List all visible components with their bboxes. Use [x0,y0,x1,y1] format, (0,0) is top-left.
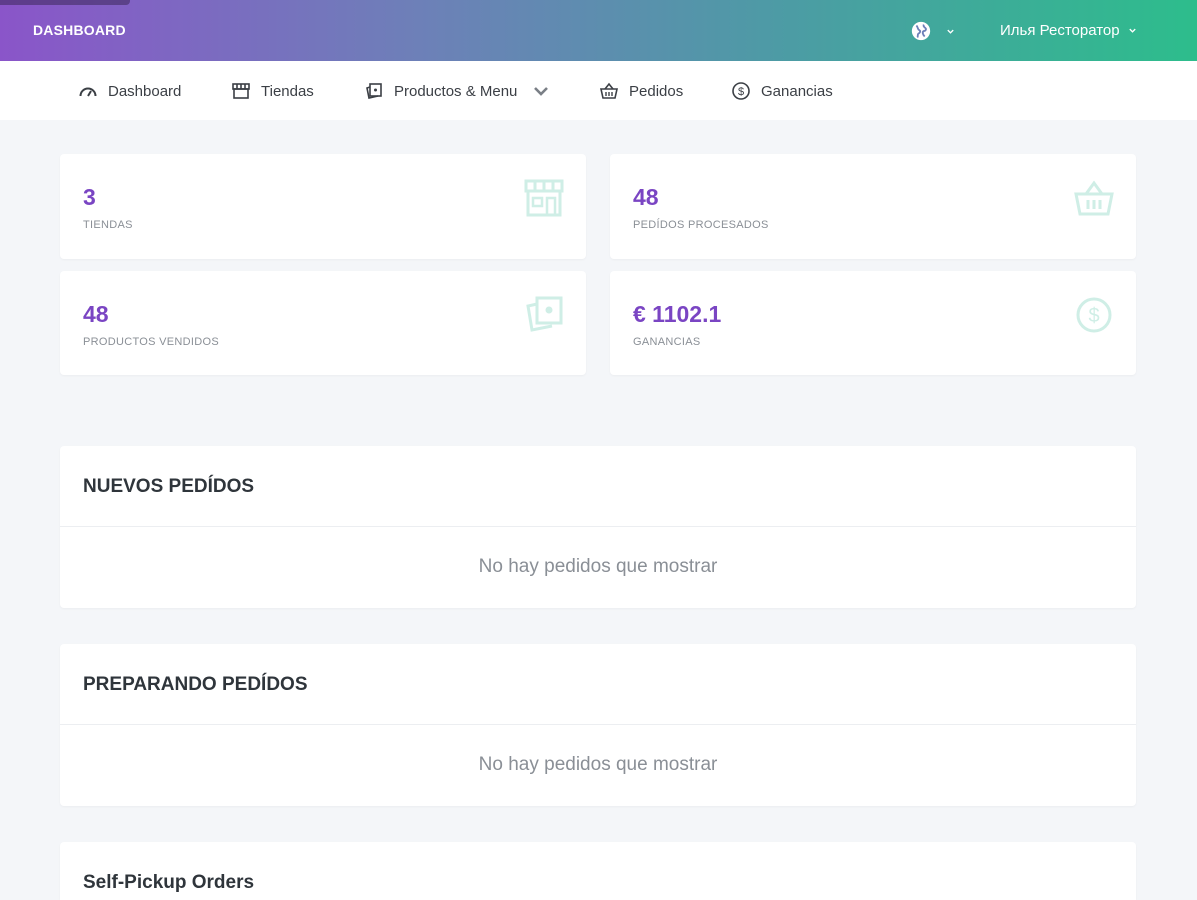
nav-label: Dashboard [108,82,182,100]
user-menu[interactable]: Илья Ресторатор [1000,22,1137,39]
section-title: Self-Pickup Orders [83,872,255,893]
nav-label: Tiendas [261,82,314,100]
empty-state-text: No hay pedidos que mostrar [478,556,718,577]
nav-item-pedidos[interactable]: Pedidos [599,81,683,101]
chevron-down-icon [1128,28,1136,33]
top-header: DASHBOARD Илья Ресторатор [0,0,1197,61]
language-selector[interactable] [910,20,955,42]
user-name: Илья Ресторатор [1000,22,1120,39]
nav-item-ganancias[interactable]: $ Ganancias [731,81,833,101]
chevron-down-icon [947,29,954,34]
nav-label: Pedidos [629,82,684,100]
stat-card-ganancias: € 1102.1 GANANCIAS $ [610,271,1136,375]
dollar-icon: $ [1076,297,1112,333]
preparing-orders-panel: PREPARANDO PEDÍDOS No hay pedidos que mo… [60,644,1136,806]
stat-label: TIENDAS [83,219,133,231]
stat-value: 48 [633,184,659,210]
stat-label: PRODUCTOS VENDIDOS [83,336,219,348]
stat-value: € 1102.1 [633,301,722,327]
self-pickup-orders-panel: Self-Pickup Orders [60,842,1136,900]
nav-item-productos[interactable]: Productos & Menu [364,81,551,101]
svg-text:$: $ [738,86,744,98]
stat-value: 3 [83,184,96,210]
stat-card-tiendas: 3 TIENDAS [60,154,586,259]
product-icon [526,296,563,332]
basket-icon [600,82,618,99]
globe-icon [911,21,931,41]
nav-label: Ganancias [761,82,833,100]
header-tab-shadow [0,0,130,5]
nav-item-tiendas[interactable]: Tiendas [231,81,314,101]
chevron-down-icon [534,87,549,96]
stat-card-pedidos: 48 PEDÍDOS PROCESADOS [610,154,1136,259]
section-divider [60,526,1136,527]
dollar-icon: $ [732,82,750,100]
main-nav: Dashboard Tiendas Productos & Menu Pedid… [0,61,1197,120]
brand-title[interactable]: DASHBOARD [33,22,126,38]
stat-label: PEDÍDOS PROCESADOS [633,219,769,231]
section-title: PREPARANDO PEDÍDOS [83,674,308,695]
section-title: NUEVOS PEDÍDOS [83,476,255,497]
nav-label: Productos & Menu [394,82,518,100]
product-icon [366,83,382,99]
store-icon [524,179,564,217]
new-orders-panel: NUEVOS PEDÍDOS No hay pedidos que mostra… [60,446,1136,608]
basket-icon [1074,180,1114,216]
nav-item-dashboard[interactable]: Dashboard [78,81,181,101]
stat-value: 48 [83,301,109,327]
empty-state-text: No hay pedidos que mostrar [478,754,718,775]
svg-text:$: $ [1088,305,1099,327]
section-divider [60,724,1136,725]
stat-card-productos: 48 PRODUCTOS VENDIDOS [60,271,586,375]
store-icon [232,83,250,99]
speedometer-icon [79,87,97,97]
stat-label: GANANCIAS [633,336,701,348]
